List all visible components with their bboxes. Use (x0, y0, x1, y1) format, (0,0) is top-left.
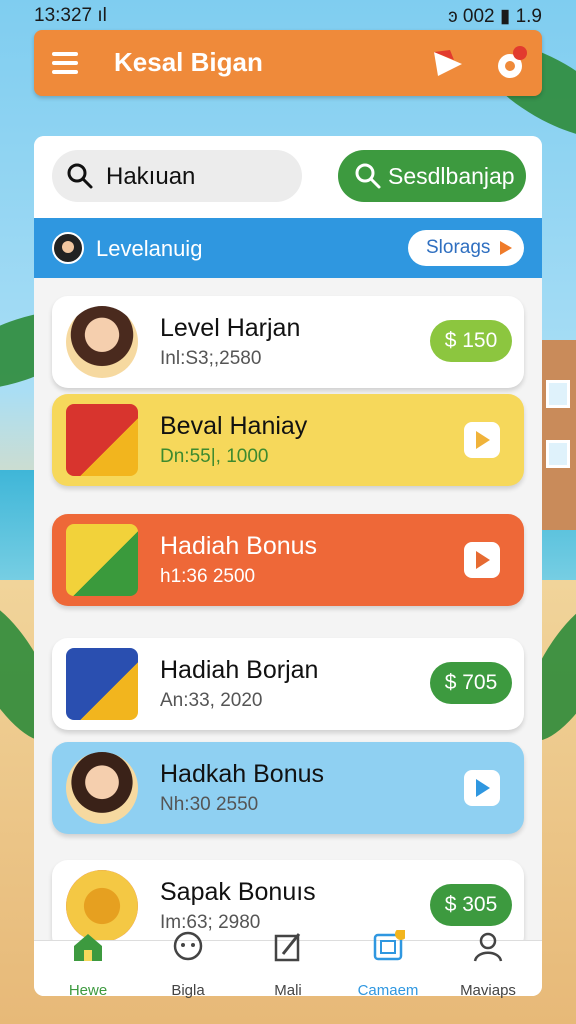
bottom-nav-bar: Hewe Bigla Mali Camaem Maviaps (34, 930, 542, 1020)
nav-label: Maviaps (460, 982, 516, 999)
price-button[interactable]: $ 150 (430, 320, 512, 362)
status-indicators: ͽ 002 ▮ 1.9 (448, 6, 542, 27)
avatar-girl-icon (66, 752, 138, 824)
storage-button-label: Slorags (426, 237, 491, 258)
profile-icon (473, 932, 503, 962)
arrow-right-icon (500, 241, 512, 255)
play-icon[interactable] (464, 422, 500, 458)
chat-icon (173, 931, 203, 961)
nav-label: Bigla (171, 982, 205, 999)
play-icon[interactable] (464, 770, 500, 806)
list-item[interactable]: Level Harjan Inl:S3;,2580 $ 150 (52, 296, 524, 388)
search-icon (355, 163, 381, 189)
menu-icon[interactable] (52, 52, 78, 74)
nav-label: Mali (274, 982, 302, 999)
nav-item-home[interactable]: Hewe (38, 934, 138, 1020)
coin-bag-icon (66, 524, 138, 596)
main-panel: Hakıuan Sesdlbanjap Levelanuig Slorags L… (34, 136, 542, 996)
list-item[interactable]: Hadkah Bonus Nh:30 2550 (52, 742, 524, 834)
search-button-label: Sesdlbanjap (388, 163, 515, 189)
nav-label: Camaem (357, 982, 419, 999)
search-button[interactable]: Sesdlbanjap (338, 150, 526, 202)
item-subtitle: An:33, 2020 (160, 690, 263, 711)
coin-bag-icon (66, 404, 138, 476)
search-text: Hakıuan (106, 163, 196, 190)
search-input[interactable]: Hakıuan (52, 150, 302, 202)
item-title: Hadiah Bonus (160, 532, 318, 560)
list-item[interactable]: Hadiah Borjan An:33, 2020 $ 705 (52, 638, 524, 730)
item-title: Hadiah Borjan (160, 656, 319, 684)
item-title: Hadkah Bonus (160, 760, 325, 788)
avatar (52, 232, 84, 264)
home-icon (74, 934, 102, 961)
play-icon[interactable] (464, 542, 500, 578)
edit-icon (274, 933, 301, 962)
camera-icon (373, 930, 405, 961)
price-button[interactable]: $ 305 (430, 884, 512, 926)
settings-icon[interactable] (490, 44, 530, 84)
price-button[interactable]: $ 705 (430, 662, 512, 704)
nav-item-edit[interactable]: Mali (238, 933, 338, 1020)
nav-item-profile[interactable]: Maviaps (438, 932, 538, 1020)
item-title: Level Harjan (160, 314, 301, 342)
item-subtitle: Nh:30 2550 (160, 794, 259, 815)
app-header: Kesal Bigan (34, 30, 542, 96)
level-bar: Levelanuig Slorags (34, 218, 542, 278)
item-subtitle: h1:36 2500 (160, 566, 256, 587)
storage-button[interactable]: Slorags (408, 230, 524, 266)
search-icon (67, 163, 93, 189)
level-label: Levelanuig (96, 236, 203, 261)
nav-label: Hewe (68, 982, 108, 999)
item-subtitle: Inl:S3;,2580 (160, 348, 262, 369)
list-item[interactable]: Beval Haniay Dn:55|, 1000 (52, 394, 524, 486)
nav-item-camera[interactable]: Camaem (338, 930, 438, 1020)
status-bar: 13:327 ıl ͽ 002 ▮ 1.9 (0, 0, 576, 30)
item-title: Beval Haniay (160, 412, 308, 440)
search-row: Hakıuan Sesdlbanjap (34, 136, 542, 218)
app-title: Kesal Bigan (114, 47, 263, 77)
item-subtitle: Dn:55|, 1000 (160, 446, 269, 467)
flag-icon[interactable] (430, 46, 466, 82)
list-item[interactable]: Hadiah Bonus h1:36 2500 (52, 514, 524, 606)
item-title: Sapak Bonuıs (160, 878, 316, 906)
beach-house-decoration (536, 340, 576, 530)
coin-bag-icon (66, 648, 138, 720)
avatar-girl-icon (66, 306, 138, 378)
nav-item-chat[interactable]: Bigla (138, 931, 238, 1020)
status-time: 13:327 ıl (34, 5, 107, 26)
